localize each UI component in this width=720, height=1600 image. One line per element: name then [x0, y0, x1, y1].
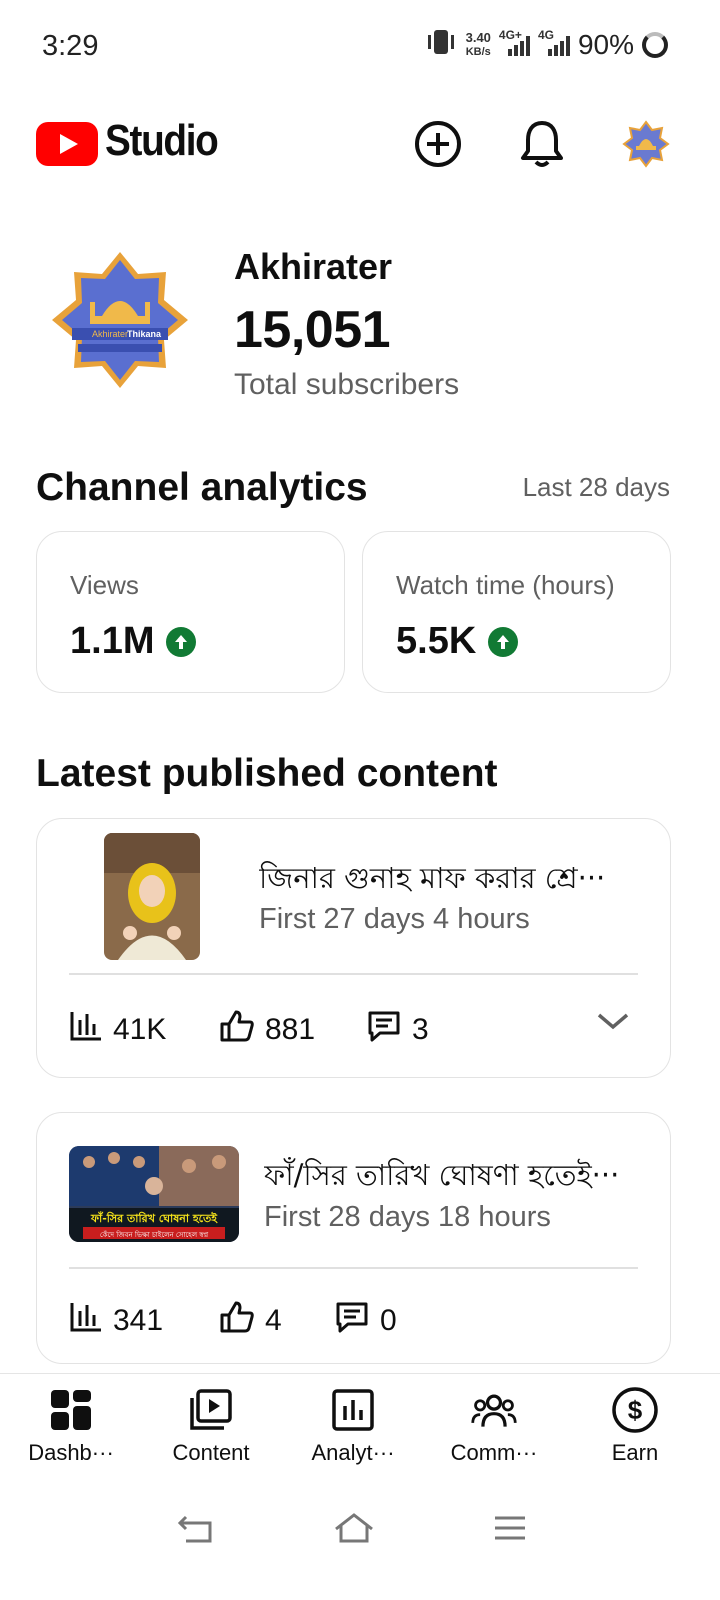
nav-dashboard[interactable]: Dashb··· — [11, 1386, 131, 1466]
nav-earn[interactable]: $ Earn — [575, 1386, 695, 1466]
nav-label: Earn — [611, 1440, 659, 1465]
bottom-nav: Dashb··· Content Analyt··· Comm··· $ Ear… — [0, 1373, 720, 1480]
views-card[interactable]: Views 1.1M — [36, 531, 345, 693]
network-type-2: 4G — [537, 27, 554, 42]
views-stat: 341 — [69, 1301, 219, 1341]
status-time: 3:29 — [42, 30, 99, 62]
nav-content[interactable]: Content — [151, 1386, 271, 1466]
status-bar: 3:29 3.40 KB/s 4G+ 4G 90% — [0, 0, 720, 96]
system-nav-bar — [0, 1480, 720, 1600]
network-speed-unit: KB/s — [465, 45, 491, 58]
thumbs-up-icon — [219, 1009, 255, 1051]
home-icon[interactable] — [330, 1508, 378, 1548]
nav-label: Analyt··· — [311, 1440, 395, 1465]
video-card[interactable]: ফাঁ-সির তারিখ ঘোষনা হতেই কেঁদে জিবন ভিক্… — [36, 1112, 671, 1364]
battery-percent: 90% — [577, 28, 634, 60]
thumbs-up-icon — [219, 1300, 255, 1342]
divider — [69, 1267, 638, 1269]
subscriber-label: Total subscribers — [234, 368, 460, 401]
views-stat: 41K — [69, 1010, 219, 1050]
comments-stat: 3 — [366, 1009, 429, 1051]
video-title: ফাঁ/সির তারিখ ঘোষণা হতেই··· — [264, 1158, 620, 1192]
app-title: Studio — [105, 116, 219, 165]
likes-stat: 881 — [219, 1009, 366, 1051]
earn-icon: $ — [611, 1386, 659, 1434]
video-stats: 41K 881 3 — [69, 1009, 429, 1051]
latest-content-title: Latest published content — [36, 752, 498, 795]
network-speed: 3.40 KB/s — [465, 29, 491, 59]
comments-count: 0 — [380, 1304, 397, 1337]
bell-icon[interactable] — [516, 118, 568, 170]
thumbnail-caption-2: কেঁদে জিবন ভিক্ষা চাইলেন সোহেল স্বপ্ন — [100, 1230, 209, 1239]
bar-chart-icon — [69, 1301, 103, 1341]
svg-text:$: $ — [628, 1395, 643, 1425]
channel-avatar[interactable] — [622, 120, 670, 168]
nav-label: Content — [172, 1440, 250, 1465]
metric-value: 5.5K — [396, 620, 477, 662]
analytics-icon — [329, 1386, 377, 1434]
comment-icon — [366, 1009, 402, 1051]
analytics-title: Channel analytics — [36, 466, 368, 509]
create-icon[interactable] — [412, 118, 464, 170]
metric-label: Watch time (hours) — [396, 570, 615, 600]
views-count: 341 — [113, 1304, 164, 1337]
thumbnail-caption-1: ফাঁ-সির তারিখ ঘোষনা হতেই — [90, 1211, 218, 1225]
watch-time-card[interactable]: Watch time (hours) 5.5K — [362, 531, 671, 693]
back-icon[interactable] — [172, 1508, 220, 1548]
comments-stat: 0 — [334, 1300, 397, 1342]
video-title: জিনার গুনাহ মাফ করার শ্রে··· — [259, 861, 606, 895]
nav-label: Dashb··· — [28, 1440, 114, 1465]
nav-community[interactable]: Comm··· — [434, 1386, 554, 1466]
youtube-logo-icon — [36, 122, 98, 166]
video-thumbnail[interactable] — [104, 833, 200, 960]
logo-text-1: Akhirater — [92, 329, 128, 339]
chevron-down-icon[interactable] — [596, 1011, 630, 1036]
video-meta: First 27 days 4 hours — [259, 903, 530, 935]
likes-count: 881 — [265, 1013, 316, 1046]
metric-label: Views — [70, 570, 139, 600]
views-count: 41K — [113, 1013, 167, 1046]
logo-text-2: Thikana — [127, 329, 162, 339]
video-card[interactable]: জিনার গুনাহ মাফ করার শ্রে··· First 27 da… — [36, 818, 671, 1078]
bar-chart-icon — [69, 1010, 103, 1050]
video-meta: First 28 days 18 hours — [264, 1201, 551, 1233]
network-speed-value: 3.40 — [465, 29, 491, 45]
comments-count: 3 — [412, 1013, 429, 1046]
channel-name: Akhirater — [234, 246, 393, 287]
network-type-1: 4G+ — [498, 27, 522, 42]
subscriber-count: 15,051 — [234, 301, 391, 359]
app-bar: Studio — [0, 100, 720, 190]
trend-up-icon — [166, 626, 197, 657]
battery-icon — [642, 31, 668, 58]
metric-value: 1.1M — [70, 620, 155, 662]
menu-icon[interactable] — [486, 1508, 534, 1548]
likes-count: 4 — [265, 1304, 282, 1337]
nav-analytics[interactable]: Analyt··· — [293, 1386, 413, 1466]
nav-label: Comm··· — [450, 1440, 538, 1465]
dashboard-icon — [47, 1386, 95, 1434]
likes-stat: 4 — [219, 1300, 334, 1342]
vibrate-icon — [424, 28, 458, 61]
divider — [69, 973, 638, 975]
content-icon — [187, 1386, 235, 1434]
channel-logo: Akhirater Thikana — [50, 250, 190, 390]
community-icon — [470, 1386, 518, 1434]
comment-icon — [334, 1300, 370, 1342]
video-stats: 341 4 0 — [69, 1300, 397, 1342]
trend-up-icon — [488, 626, 519, 657]
analytics-period: Last 28 days — [522, 472, 670, 502]
status-indicators: 3.40 KB/s 4G+ 4G 90% — [424, 28, 668, 61]
video-thumbnail[interactable]: ফাঁ-সির তারিখ ঘোষনা হতেই কেঁদে জিবন ভিক্… — [69, 1146, 239, 1242]
